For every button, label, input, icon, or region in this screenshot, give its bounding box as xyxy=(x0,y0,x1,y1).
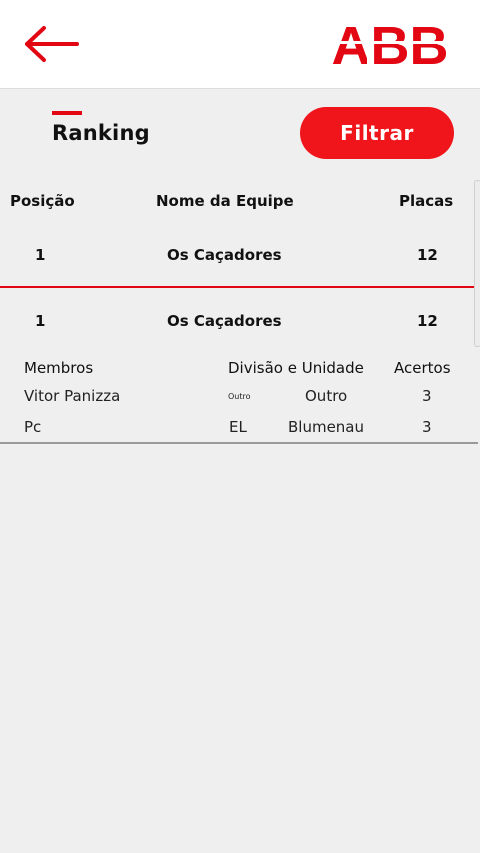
ranking-title-accent xyxy=(52,111,82,115)
abb-logo: ABB xyxy=(325,16,455,76)
member-hits: 3 xyxy=(422,387,432,405)
row-plates: 12 xyxy=(417,246,438,264)
row-team-name: Os Caçadores xyxy=(167,312,282,330)
member-name: Vitor Panizza xyxy=(24,387,121,405)
row-position: 1 xyxy=(35,312,46,330)
column-header-plates: Placas xyxy=(399,192,454,210)
member-unit: Outro xyxy=(305,387,348,405)
back-button[interactable] xyxy=(22,22,82,66)
app-header: ABB xyxy=(0,0,480,89)
page-title: Ranking xyxy=(52,121,150,145)
column-header-position: Posição xyxy=(10,192,75,210)
column-header-team: Nome da Equipe xyxy=(156,192,294,210)
filter-button[interactable]: Filtrar xyxy=(300,107,454,159)
member-unit: Blumenau xyxy=(288,418,365,436)
row-position: 1 xyxy=(35,246,46,264)
member-division: Outro xyxy=(228,392,251,401)
members-header-name: Membros xyxy=(24,359,94,377)
arrow-left-icon xyxy=(25,26,79,62)
members-header-division: Divisão e Unidade xyxy=(228,359,364,377)
row-divider xyxy=(0,286,476,288)
member-hits: 3 xyxy=(422,418,432,436)
row-plates: 12 xyxy=(417,312,438,330)
members-header-hits: Acertos xyxy=(394,359,451,377)
row-team-name: Os Caçadores xyxy=(167,246,282,264)
members-bottom-divider xyxy=(0,442,478,444)
member-division: EL xyxy=(229,418,247,436)
scrollbar[interactable] xyxy=(474,180,480,347)
member-name: Pc xyxy=(24,418,42,436)
